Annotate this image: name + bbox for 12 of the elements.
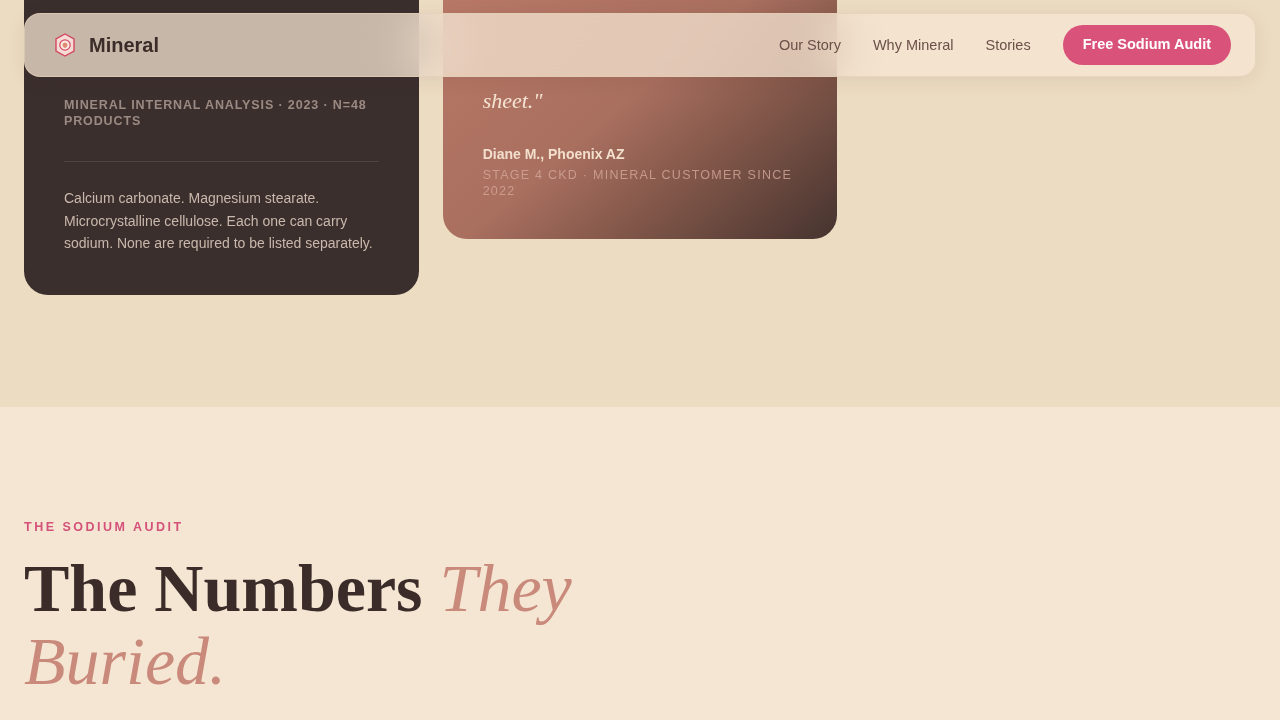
nav-link[interactable]: Our Story [778,37,841,53]
source-caption: MINERAL INTERNAL ANALYSIS · 2023 · N=48 PRODUCTS [64,97,368,129]
card-text: Calcium carbonate. Magnesium stearate. Microcrystalline cellulose. Each one can carry sodium. None are required to be listed separately. [64,189,374,253]
quote-text: sheet." [482,87,544,115]
audit-button[interactable]: Free Sodium Audit [1062,25,1231,65]
section-heading: The Numbers They Buried. [24,552,573,698]
section-eyebrow: THE SODIUM AUDIT [24,519,185,535]
author-name: Diane M., Phoenix AZ [482,145,626,164]
nav-link[interactable]: Why Mineral [872,37,954,53]
hexagon-icon [55,33,75,57]
nav-link[interactable]: Stories [985,37,1031,53]
brand-link[interactable]: Mineral [89,35,160,55]
